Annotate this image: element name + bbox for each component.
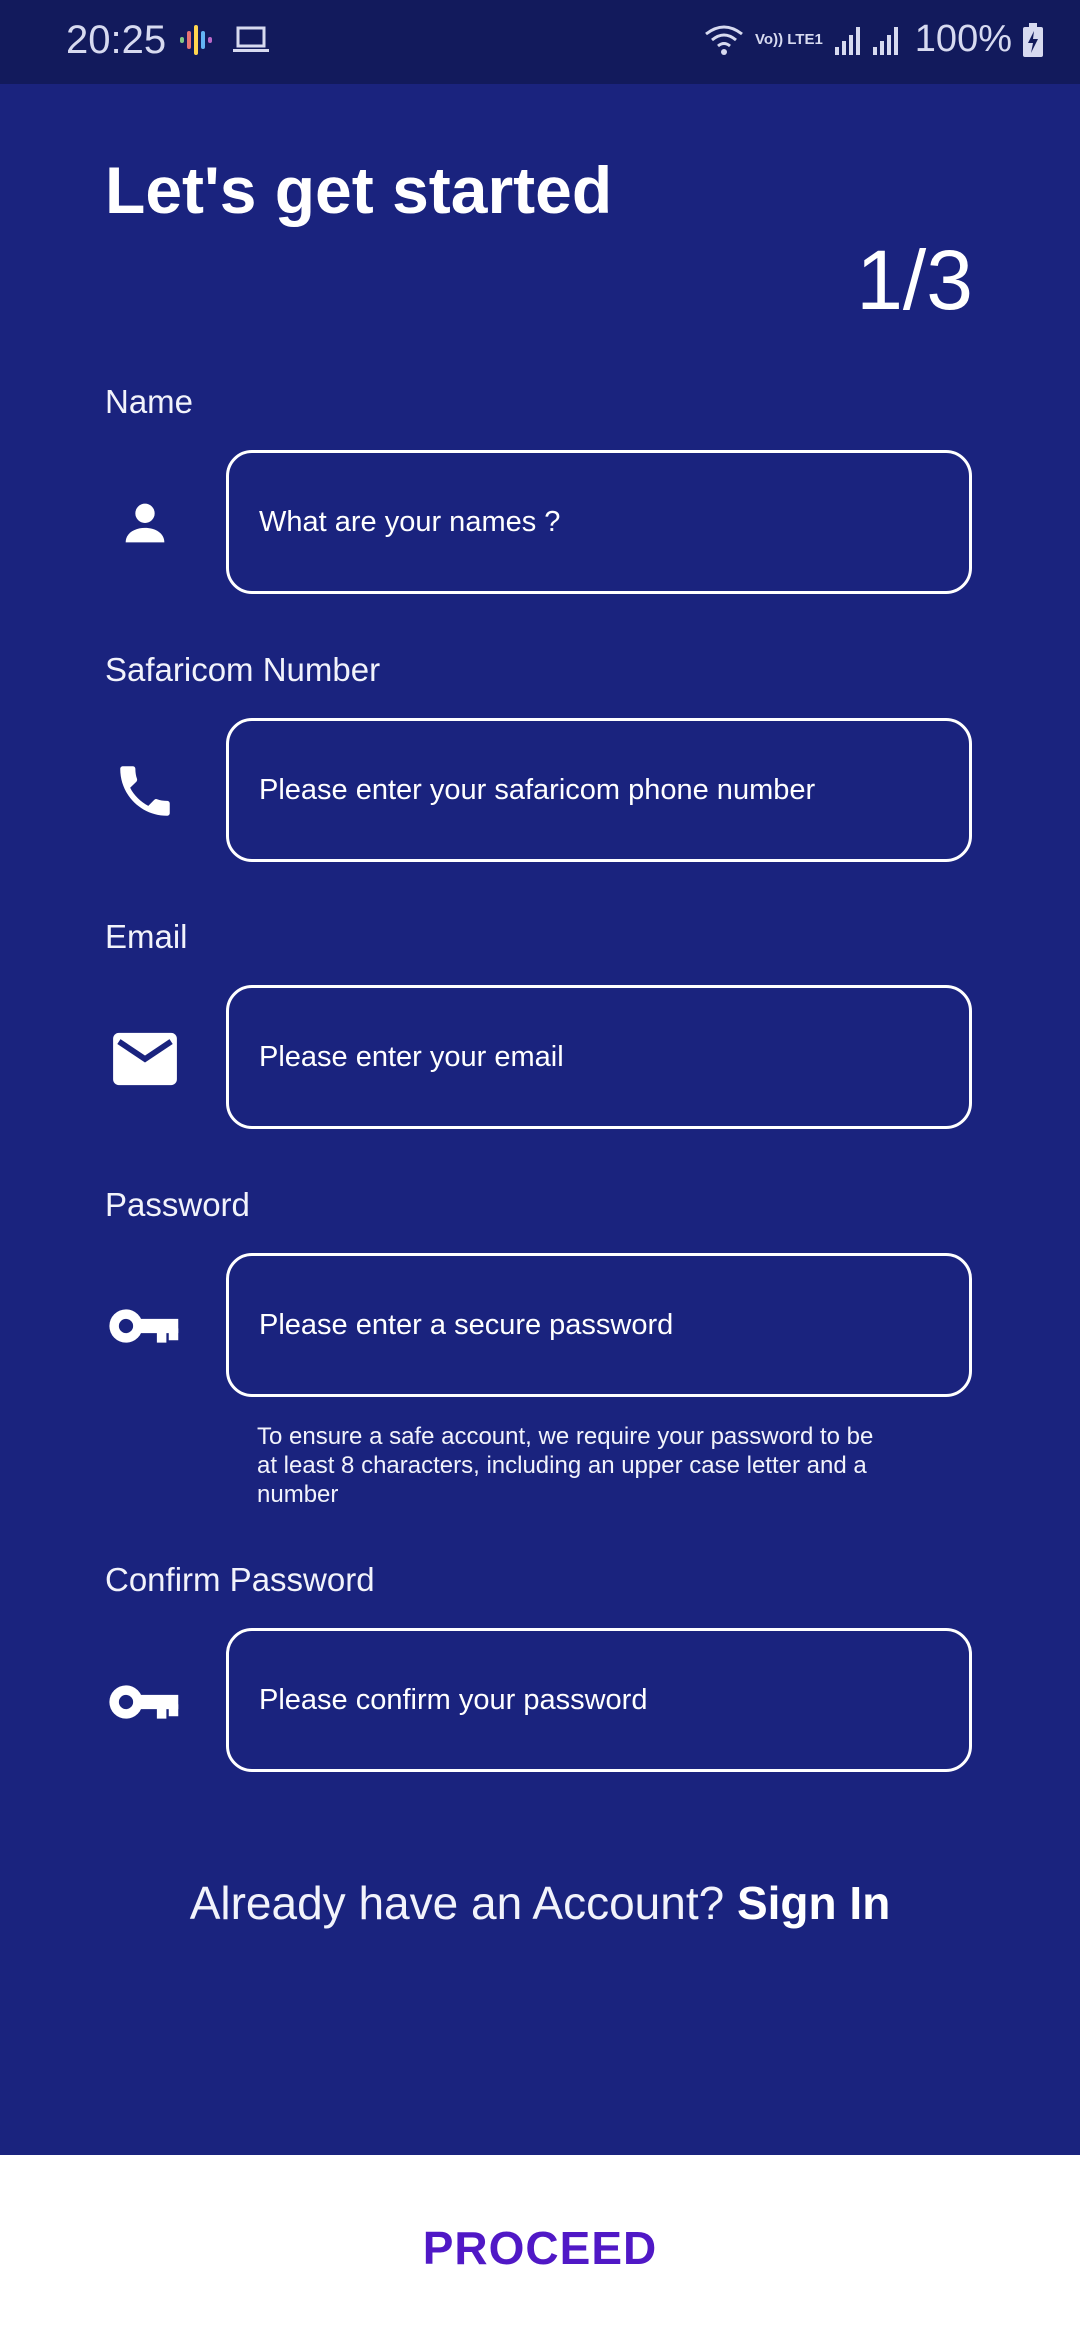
voice-assistant-icon — [178, 22, 214, 63]
laptop-icon — [232, 24, 270, 61]
key-icon — [105, 1286, 185, 1366]
signin-link[interactable]: Sign In — [737, 1877, 890, 1929]
name-input[interactable]: What are your names ? — [226, 450, 972, 594]
status-left-icons — [178, 22, 270, 63]
phone-input[interactable]: Please enter your safaricom phone number — [226, 718, 972, 862]
proceed-button[interactable]: PROCEED — [423, 2221, 657, 2275]
confirm-password-input[interactable]: Please confirm your password — [226, 1628, 972, 1772]
battery-charging-icon — [1022, 22, 1044, 58]
status-right: Vo)) LTE1 100% — [703, 18, 1044, 61]
confirm-password-label: Confirm Password — [105, 1561, 375, 1598]
status-time: 20:25 — [66, 18, 167, 62]
signal-icon — [833, 23, 905, 57]
name-label: Name — [105, 383, 194, 420]
footer-bar: PROCEED — [0, 2155, 1080, 2340]
key-icon — [105, 1662, 185, 1742]
signin-row: Already have an Account? Sign In — [0, 1876, 1080, 1930]
person-icon — [105, 483, 185, 563]
network-label: Vo)) LTE1 — [755, 31, 823, 48]
signin-prompt: Already have an Account? — [189, 1877, 725, 1929]
password-hint: To ensure a safe account, we require you… — [257, 1423, 874, 1508]
phone-label: Safaricom Number — [105, 651, 381, 688]
battery-text: 100% — [914, 18, 1012, 60]
email-label: Email — [105, 918, 188, 955]
phone-icon — [105, 751, 185, 831]
step-indicator: 1/3 — [856, 233, 973, 327]
password-label: Password — [105, 1186, 250, 1223]
status-bar: 20:25 Vo)) LTE1 100% — [0, 0, 1080, 84]
page-title: Let's get started — [105, 153, 613, 227]
email-input[interactable]: Please enter your email — [226, 985, 972, 1129]
password-input[interactable]: Please enter a secure password — [226, 1253, 972, 1397]
wifi-icon — [703, 22, 745, 58]
mail-icon — [105, 1019, 185, 1099]
